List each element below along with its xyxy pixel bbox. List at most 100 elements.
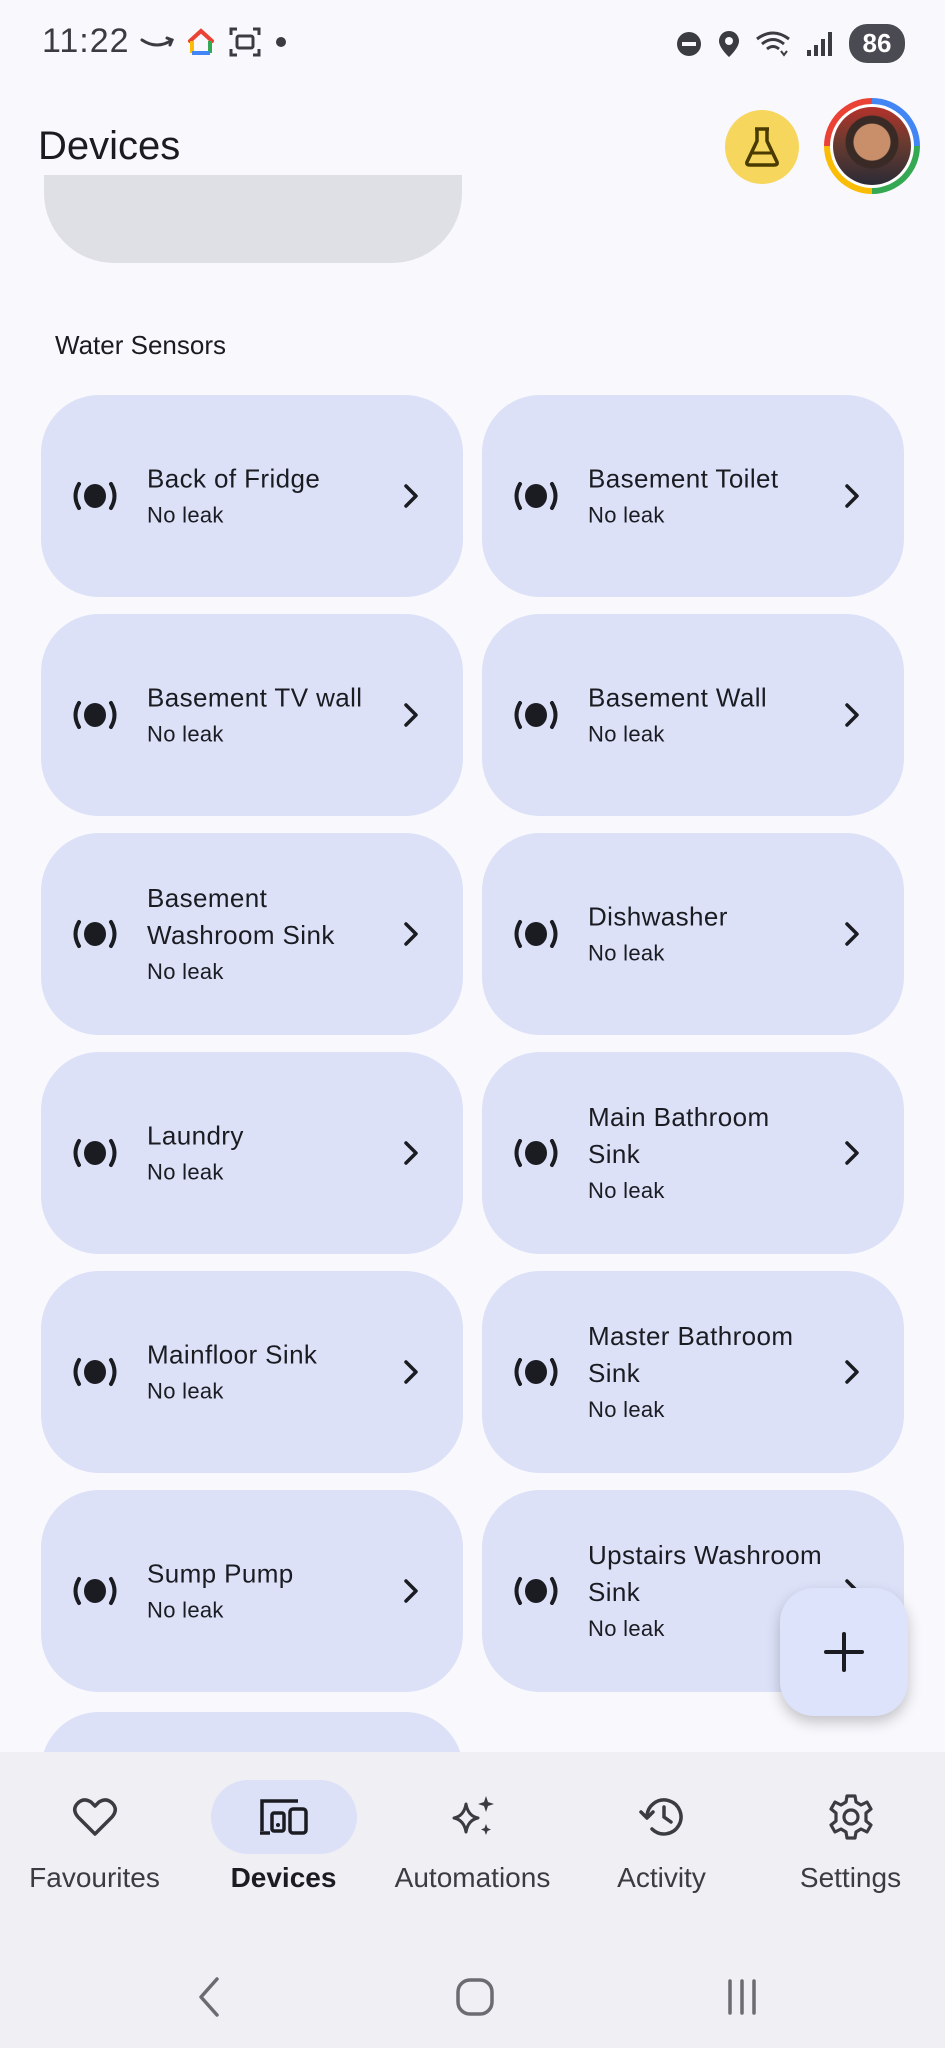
chevron-right-icon <box>845 703 859 727</box>
nav-label: Automations <box>394 1862 551 1893</box>
recents-icon <box>728 1979 756 2015</box>
device-status: No leak <box>147 959 224 984</box>
chevron-right-icon <box>404 703 418 727</box>
device-card[interactable]: Back of Fridge No leak <box>41 395 463 597</box>
device-card[interactable]: Dishwasher No leak <box>482 833 904 1035</box>
nav-icon-container <box>589 1780 735 1854</box>
screenshot-icon <box>229 27 261 57</box>
device-text: Sump Pump No leak <box>147 1556 383 1627</box>
amazon-icon <box>140 36 174 47</box>
chevron-right-icon <box>845 922 859 946</box>
system-nav <box>0 1942 945 2048</box>
nav-automations[interactable]: Automations <box>378 1752 567 1942</box>
chevron-right-icon <box>404 1360 418 1384</box>
water-sensor-icon <box>514 701 558 729</box>
sparkle-icon <box>452 1796 494 1835</box>
chevron-right-icon <box>404 484 418 508</box>
device-card[interactable]: Basement TV wall No leak <box>41 614 463 816</box>
device-card[interactable]: Basement Toilet No leak <box>482 395 904 597</box>
page-title: Devices <box>38 124 181 168</box>
water-sensor-icon <box>514 1139 558 1167</box>
device-name: Mainfloor Sink <box>147 1339 318 1370</box>
wifi-icon <box>756 31 790 57</box>
home-icon <box>456 1978 494 2016</box>
heart-icon <box>72 1798 117 1836</box>
device-card[interactable]: Sump Pump No leak <box>41 1490 463 1692</box>
gear-icon <box>828 1794 873 1840</box>
nav-icon-container <box>210 1780 357 1854</box>
labs-button[interactable] <box>725 110 799 184</box>
account-avatar[interactable] <box>824 98 920 194</box>
nav-icon-container <box>400 1780 546 1854</box>
device-card[interactable]: Laundry No leak <box>41 1052 463 1254</box>
partial-card-top[interactable] <box>44 175 462 263</box>
device-card[interactable]: Main Bathroom Sink No leak <box>482 1052 904 1254</box>
device-card[interactable]: Basement Wall No leak <box>482 614 904 816</box>
status-icons-right: 86 <box>675 24 905 63</box>
nav-devices[interactable]: Devices <box>189 1752 378 1942</box>
status-bar: 11:22 86 <box>0 0 945 86</box>
avatar-border <box>830 104 914 188</box>
google-home-icon <box>188 28 214 55</box>
plus-icon <box>824 1632 864 1672</box>
device-status: No leak <box>147 1597 224 1623</box>
device-status: No leak <box>588 1397 665 1422</box>
nav-favourites[interactable]: Favourites <box>0 1752 189 1942</box>
location-icon <box>719 30 739 57</box>
device-text: Basement Wall No leak <box>588 680 824 751</box>
devices-icon <box>259 1799 308 1835</box>
water-sensor-icon <box>73 701 117 729</box>
status-time: 11:22 <box>42 22 130 60</box>
history-icon <box>638 1798 683 1836</box>
water-sensor-icon <box>73 1358 117 1386</box>
nav-activity[interactable]: Activity <box>567 1752 756 1942</box>
device-name: Sump Pump <box>147 1558 294 1589</box>
device-status: No leak <box>147 721 224 747</box>
device-name: Laundry <box>147 1120 244 1151</box>
device-status: No leak <box>588 940 665 966</box>
device-status: No leak <box>588 502 665 528</box>
device-status: No leak <box>147 502 224 528</box>
device-text: Dishwasher No leak <box>588 899 824 970</box>
nav-icon-container <box>22 1780 168 1854</box>
device-name: Dishwasher <box>588 901 728 932</box>
device-status: No leak <box>588 1178 665 1203</box>
chevron-right-icon <box>404 922 418 946</box>
nav-icon-container <box>778 1780 924 1854</box>
water-sensor-icon <box>514 1358 558 1386</box>
chevron-right-icon <box>845 484 859 508</box>
chevron-right-icon <box>404 1579 418 1603</box>
device-text: Laundry No leak <box>147 1118 383 1189</box>
nav-label: Settings <box>799 1862 902 1893</box>
nav-settings[interactable]: Settings <box>756 1752 945 1942</box>
system-home-button[interactable] <box>445 1972 505 2022</box>
signal-icon <box>807 31 832 56</box>
device-text: Back of Fridge No leak <box>147 461 383 532</box>
nav-label: Devices <box>230 1862 337 1893</box>
flask-icon <box>745 127 779 167</box>
device-name: Main Bathroom Sink <box>588 1102 770 1169</box>
water-sensor-icon <box>73 1577 117 1605</box>
device-card[interactable]: Basement Washroom Sink No leak <box>41 833 463 1035</box>
device-grid: Back of Fridge No leak Basement Toilet N… <box>41 395 904 1692</box>
chevron-right-icon <box>845 1141 859 1165</box>
add-device-button[interactable] <box>780 1588 908 1716</box>
device-name: Basement Washroom Sink <box>147 883 335 950</box>
device-card[interactable]: Master Bathroom Sink No leak <box>482 1271 904 1473</box>
water-sensor-icon <box>514 1577 558 1605</box>
device-text: Basement TV wall No leak <box>147 680 383 751</box>
device-name: Back of Fridge <box>147 463 321 494</box>
nav-label: Favourites <box>29 1862 160 1893</box>
system-back-button[interactable] <box>180 1972 240 2022</box>
system-recents-button[interactable] <box>712 1972 772 2022</box>
device-text: Main Bathroom Sink No leak <box>588 1099 824 1207</box>
avatar-photo <box>833 107 911 185</box>
chevron-right-icon <box>845 1360 859 1384</box>
device-status: No leak <box>147 1159 224 1185</box>
device-card[interactable]: Mainfloor Sink No leak <box>41 1271 463 1473</box>
chevron-right-icon <box>404 1141 418 1165</box>
device-status: No leak <box>588 721 665 747</box>
device-text: Mainfloor Sink No leak <box>147 1337 383 1408</box>
water-sensor-icon <box>514 482 558 510</box>
device-name: Basement Toilet <box>588 463 779 494</box>
